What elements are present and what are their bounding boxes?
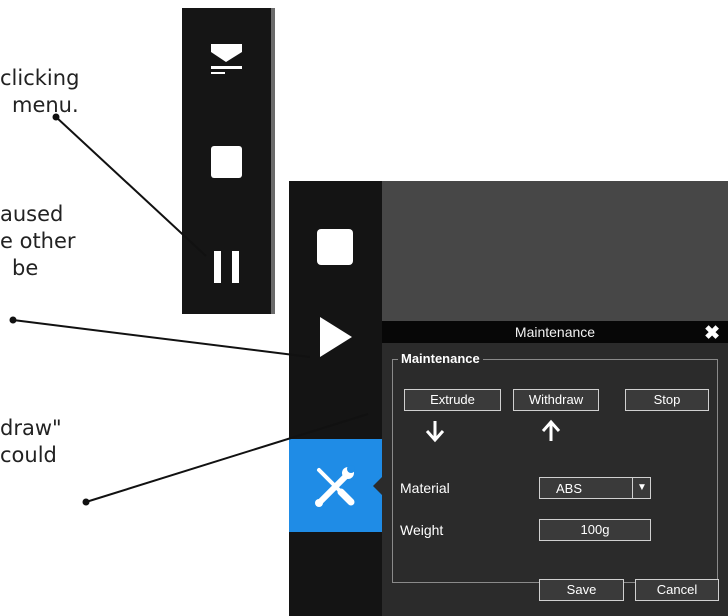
leader-line-3 [82,413,369,506]
leader-line-2 [9,316,311,358]
annotation-lines [9,113,369,506]
leader-line-1 [52,113,207,257]
